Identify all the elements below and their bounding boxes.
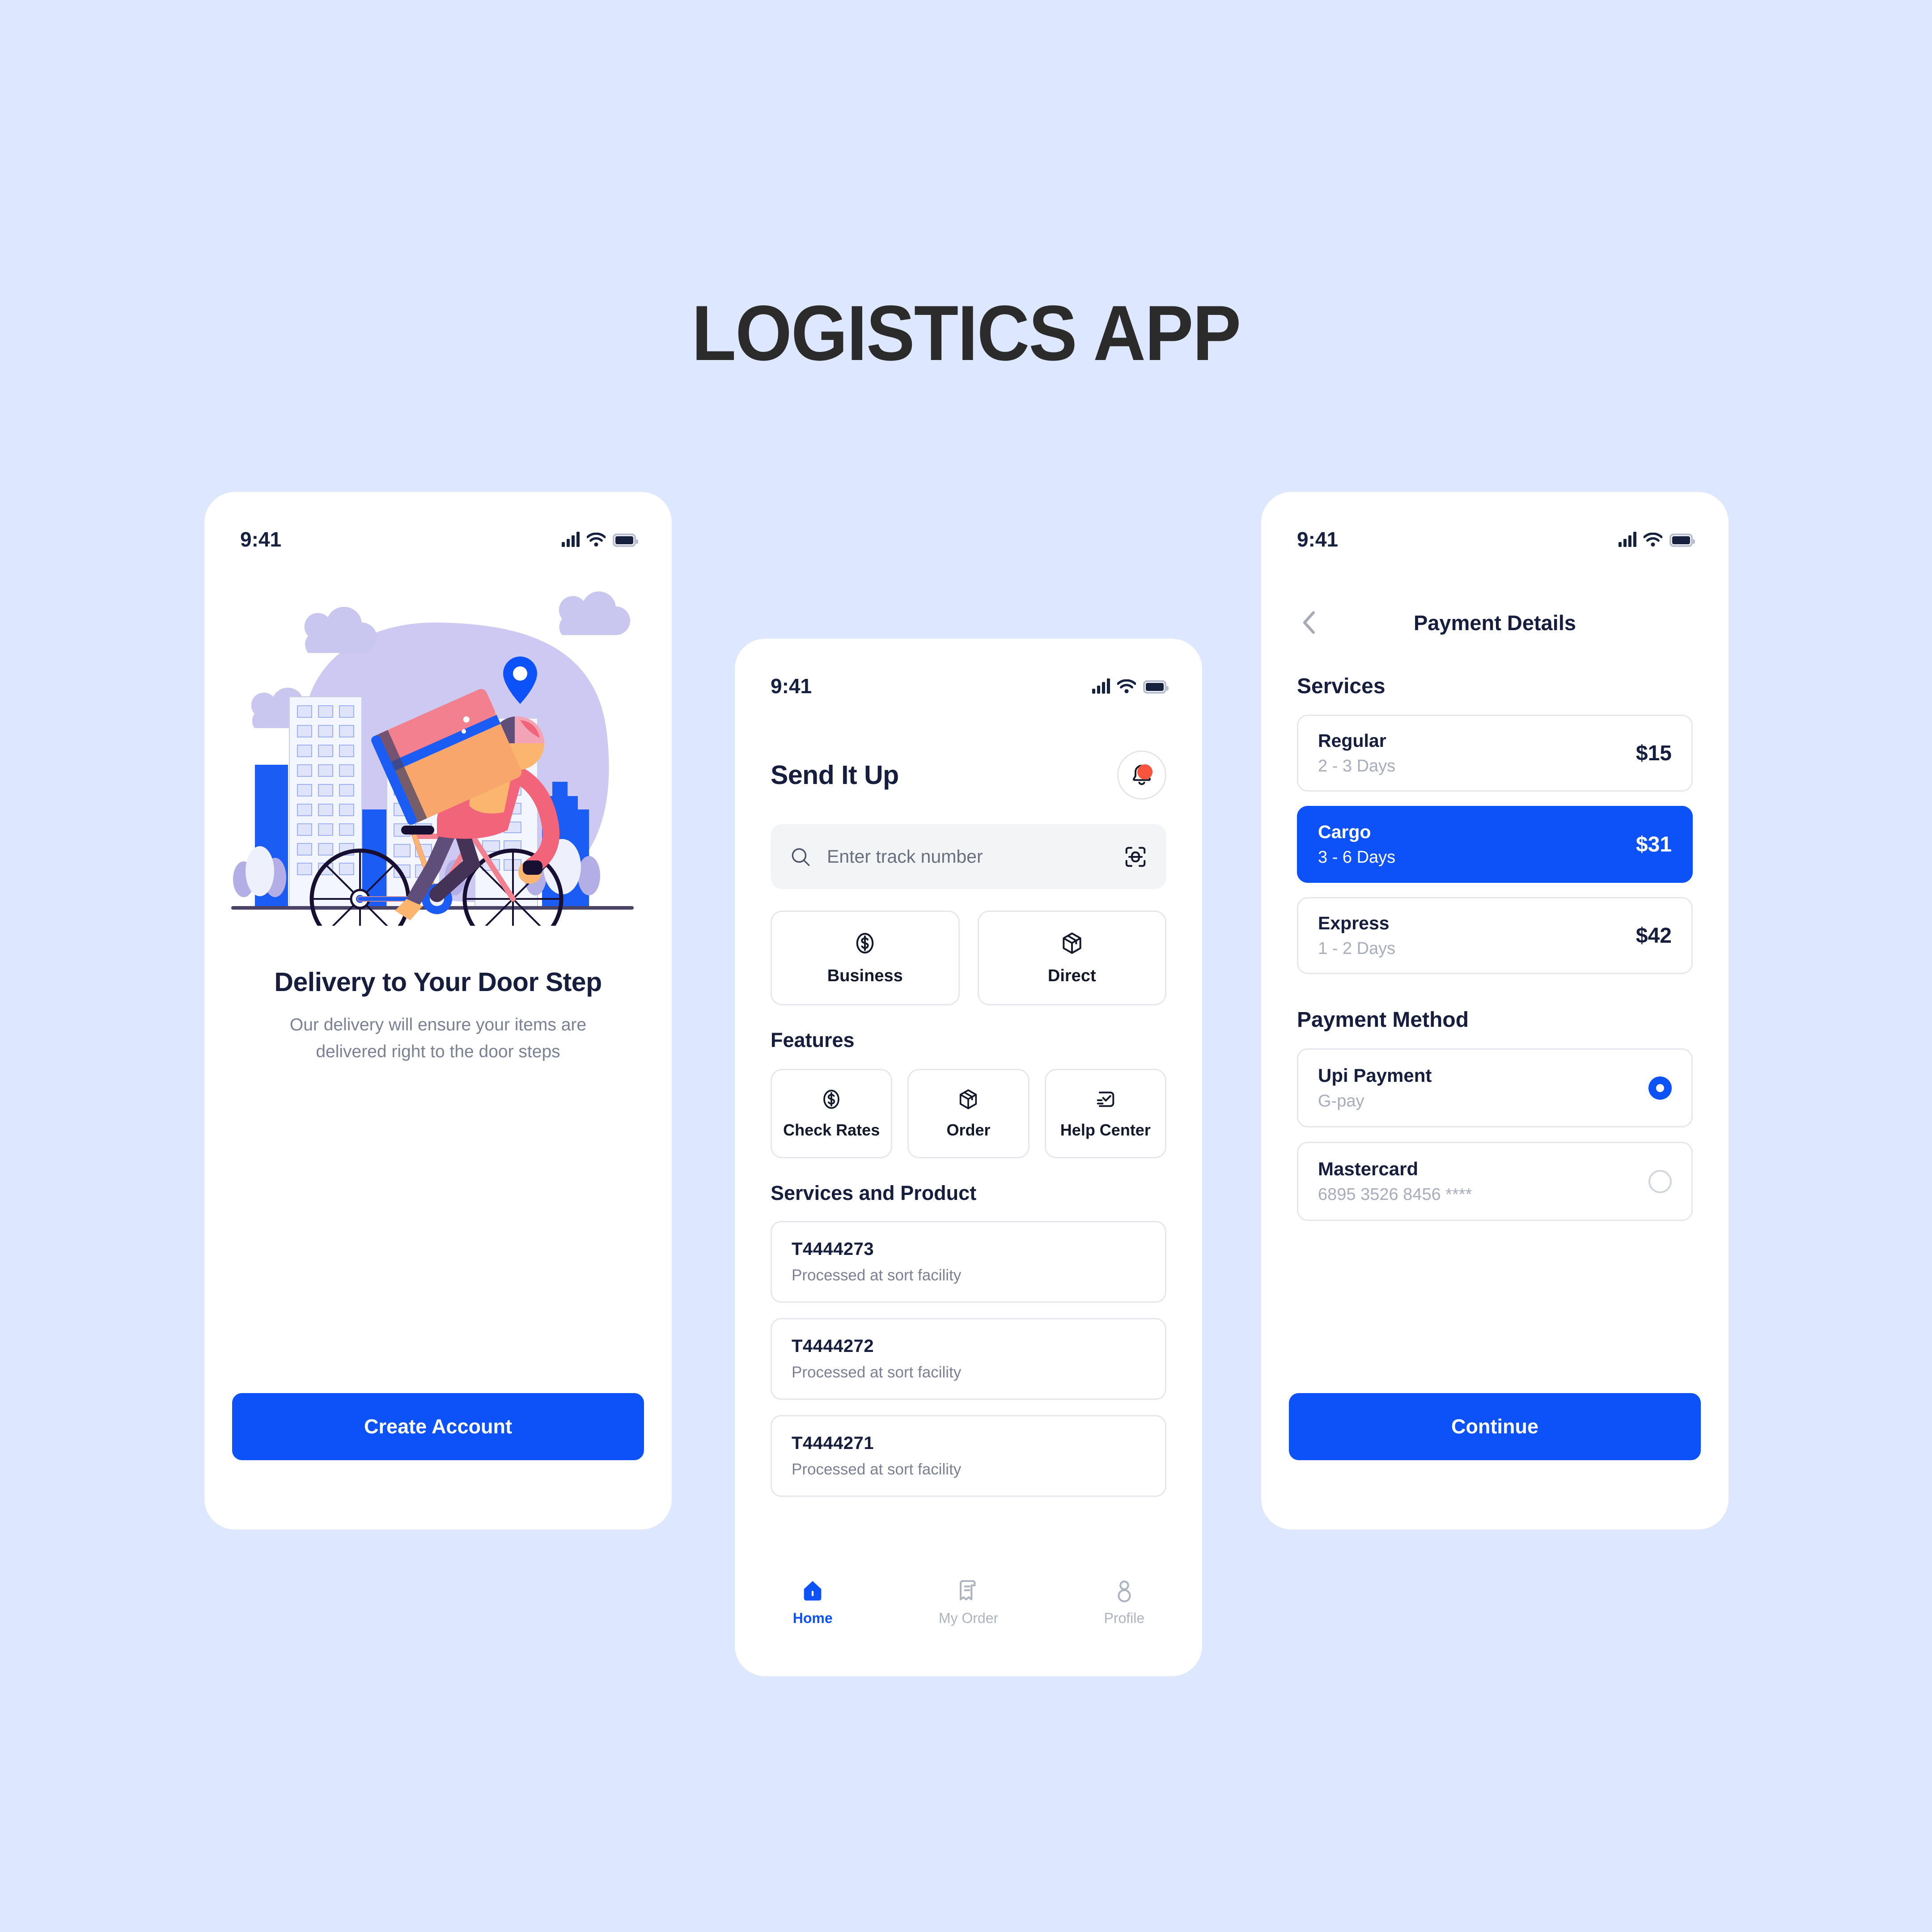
- phone-home-screen: 9:41 Send It Up Enter track number Busin…: [735, 639, 1202, 1676]
- tab-home[interactable]: Home: [735, 1578, 890, 1627]
- tab-label: Home: [792, 1610, 833, 1626]
- status-bar: 9:41: [735, 639, 1202, 701]
- tracking-status: Processed at sort facility: [792, 1364, 962, 1381]
- service-duration: 1 - 2 Days: [1318, 939, 1396, 958]
- payment-method-detail: G-pay: [1318, 1092, 1364, 1110]
- onboarding-subtitle: Our delivery will ensure your items are …: [289, 1015, 587, 1062]
- feature-label: Order: [946, 1121, 991, 1139]
- tracking-id: T4444272: [792, 1336, 874, 1356]
- search-input[interactable]: [827, 846, 1108, 867]
- package-box-icon: [1063, 932, 1081, 954]
- tab-my-order[interactable]: My Order: [890, 1578, 1046, 1627]
- phone-payment-screen: 9:41 Payment Details Services Regular 2 …: [1261, 492, 1729, 1530]
- quick-tile-label: Direct: [1047, 966, 1096, 985]
- page-title: LOGISTICS APP: [691, 290, 1241, 377]
- payment-method-upi[interactable]: Upi Payment G-pay: [1297, 1048, 1693, 1127]
- notification-badge-dot: [1137, 764, 1152, 780]
- quick-tile-direct[interactable]: Direct: [977, 911, 1166, 1005]
- tracking-list-item[interactable]: T4444273 Processed at sort facility: [771, 1221, 1166, 1303]
- service-name: Cargo: [1318, 822, 1371, 842]
- bottom-tab-bar: Home My Order Profile: [735, 1564, 1202, 1676]
- service-option-regular[interactable]: Regular 2 - 3 Days $15: [1297, 715, 1693, 792]
- wifi-icon: [1117, 679, 1136, 694]
- tracking-status: Processed at sort facility: [792, 1461, 962, 1478]
- service-option-express[interactable]: Express 1 - 2 Days $42: [1297, 897, 1693, 974]
- radio-button-mastercard[interactable]: [1648, 1169, 1672, 1193]
- notification-button[interactable]: [1117, 750, 1166, 800]
- services-product-heading: Services and Product: [771, 1182, 977, 1204]
- status-bar: 9:41: [204, 492, 672, 555]
- search-icon: [792, 848, 810, 866]
- dollar-circle-icon: [823, 1089, 840, 1109]
- chat-support-icon: [1097, 1091, 1114, 1107]
- tracking-list-item[interactable]: T4444271 Processed at sort facility: [771, 1415, 1166, 1497]
- onboarding-heading: Delivery to Your Door Step: [274, 967, 602, 997]
- feature-order[interactable]: Order: [907, 1069, 1030, 1158]
- feature-label: Check Rates: [783, 1121, 880, 1139]
- phone-onboarding-screen: 9:41 Delivery to Your Door Step Our deli…: [204, 492, 672, 1530]
- list-fade-overlay: [735, 1515, 1202, 1564]
- service-duration: 3 - 6 Days: [1318, 848, 1396, 867]
- tracking-id: T4444271: [792, 1433, 874, 1453]
- create-account-button[interactable]: Create Account: [232, 1393, 644, 1460]
- quick-tile-business[interactable]: Business: [771, 911, 960, 1005]
- service-name: Express: [1318, 913, 1390, 933]
- page-header-title: Payment Details: [1413, 610, 1576, 635]
- features-row: Check Rates Order Help Center: [771, 1069, 1166, 1158]
- receipt-icon: [960, 1580, 976, 1601]
- wifi-icon: [1644, 533, 1662, 547]
- quick-tiles-row: Business Direct: [771, 911, 1166, 1005]
- service-name: Regular: [1318, 730, 1386, 751]
- feature-label: Help Center: [1060, 1121, 1151, 1139]
- tab-profile[interactable]: Profile: [1046, 1578, 1202, 1627]
- payment-method-mastercard[interactable]: Mastercard 6895 3526 8456 ****: [1297, 1142, 1693, 1221]
- feature-help-center[interactable]: Help Center: [1044, 1069, 1166, 1158]
- radio-button-upi[interactable]: [1648, 1076, 1672, 1100]
- dollar-circle-icon: [856, 932, 874, 953]
- payment-method-name: Mastercard: [1318, 1158, 1419, 1179]
- status-bar-time: 9:41: [771, 674, 812, 698]
- scan-barcode-icon[interactable]: [1123, 845, 1148, 869]
- home-app-title: Send It Up: [771, 760, 899, 790]
- delivery-cyclist-illustration: [204, 586, 672, 949]
- service-price: $31: [1635, 832, 1672, 856]
- battery-icon: [613, 534, 638, 547]
- service-option-cargo[interactable]: Cargo 3 - 6 Days $31: [1297, 806, 1693, 883]
- tracking-list: T4444273 Processed at sort facility T444…: [771, 1221, 1166, 1497]
- cellular-signal-icon: [1092, 678, 1110, 694]
- cellular-signal-icon: [562, 532, 580, 547]
- continue-button[interactable]: Continue: [1289, 1393, 1701, 1460]
- cellular-signal-icon: [1618, 532, 1636, 547]
- tracking-list-item[interactable]: T4444272 Processed at sort facility: [771, 1318, 1166, 1400]
- quick-tile-label: Business: [827, 966, 903, 985]
- home-icon: [804, 1581, 822, 1601]
- battery-icon: [1143, 680, 1169, 694]
- wifi-icon: [587, 533, 606, 547]
- payment-method-name: Upi Payment: [1318, 1065, 1432, 1086]
- tracking-status: Processed at sort facility: [792, 1267, 962, 1284]
- person-icon: [1118, 1580, 1131, 1602]
- services-heading: Services: [1297, 674, 1385, 698]
- payment-method-detail: 6895 3526 8456 ****: [1318, 1185, 1472, 1204]
- service-price: $15: [1635, 741, 1672, 765]
- tab-label: My Order: [938, 1610, 999, 1626]
- package-box-icon: [960, 1089, 977, 1110]
- service-duration: 2 - 3 Days: [1318, 757, 1396, 775]
- battery-icon: [1669, 534, 1695, 547]
- track-number-search-bar[interactable]: [771, 824, 1166, 889]
- payment-method-heading: Payment Method: [1297, 1008, 1469, 1032]
- service-price: $42: [1635, 924, 1672, 948]
- status-bar: 9:41: [1261, 492, 1729, 555]
- status-bar-time: 9:41: [240, 528, 282, 551]
- tab-label: Profile: [1104, 1610, 1145, 1626]
- status-bar-time: 9:41: [1297, 528, 1339, 551]
- feature-check-rates[interactable]: Check Rates: [771, 1069, 893, 1158]
- features-heading: Features: [771, 1029, 855, 1051]
- tracking-id: T4444273: [792, 1239, 874, 1259]
